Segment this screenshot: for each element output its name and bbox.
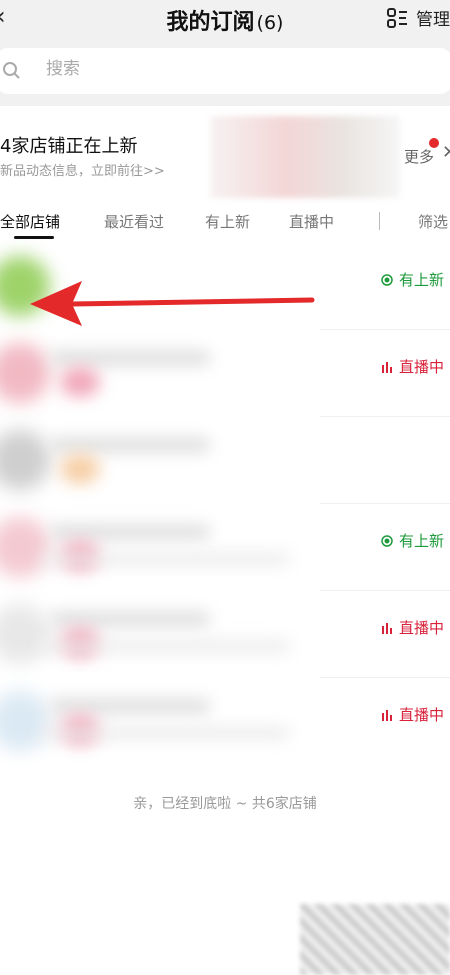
store-row[interactable]: 直播中	[0, 592, 450, 678]
manage-list-icon	[386, 7, 408, 29]
store-desc-blurred	[40, 640, 290, 652]
store-avatar	[0, 430, 50, 490]
new-dot-icon	[381, 534, 393, 547]
store-desc-blurred	[40, 553, 290, 565]
manage-label: 管理	[416, 10, 450, 30]
more-button[interactable]: 更多	[404, 146, 434, 167]
banner-title: 4家店铺正在上新	[0, 136, 138, 157]
tab-all-stores[interactable]: 全部店铺	[0, 211, 60, 232]
store-avatar	[0, 691, 50, 751]
top-bar: ‹ 我的订阅(6) 管理	[0, 0, 450, 42]
active-tab-indicator	[14, 236, 54, 239]
status-badge: 直播中	[381, 356, 444, 377]
tab-new-arrivals[interactable]: 有上新	[205, 211, 250, 232]
search-box[interactable]	[0, 48, 450, 94]
store-name-blurred	[50, 525, 210, 539]
divider	[320, 590, 450, 591]
divider	[320, 329, 450, 330]
status-label: 有上新	[398, 532, 444, 550]
status-label: 有上新	[398, 271, 444, 289]
notification-dot	[429, 138, 439, 148]
search-icon	[2, 61, 22, 85]
store-avatar	[0, 256, 50, 316]
new-dot-icon	[381, 273, 393, 286]
banner-image	[210, 116, 400, 198]
tab-filter[interactable]: 筛选	[418, 211, 448, 232]
store-avatar	[0, 517, 50, 577]
status-label: 直播中	[398, 706, 444, 724]
banner-subtitle[interactable]: 新品动态信息，立即前往>>	[0, 160, 165, 179]
store-name-blurred	[50, 438, 210, 452]
status-label: 直播中	[398, 358, 444, 376]
filter-tabs: 全部店铺 最近看过 有上新 直播中 筛选	[0, 198, 450, 244]
store-avatar	[0, 604, 50, 664]
divider	[320, 677, 450, 678]
store-row[interactable]: 有上新	[0, 505, 450, 591]
store-name-blurred	[50, 612, 210, 626]
store-thumb-blurred	[60, 454, 100, 484]
live-bars-icon	[381, 361, 392, 373]
store-row[interactable]: 直播中	[0, 679, 450, 765]
live-bars-icon	[381, 709, 392, 721]
store-row[interactable]	[0, 418, 450, 504]
search-area	[0, 42, 450, 106]
status-badge: 有上新	[381, 269, 444, 290]
store-avatar	[0, 343, 50, 403]
tab-recently-viewed[interactable]: 最近看过	[104, 211, 164, 232]
store-name-blurred	[50, 351, 210, 365]
store-row[interactable]: 直播中	[0, 331, 450, 417]
status-badge: 直播中	[381, 704, 444, 725]
tab-live[interactable]: 直播中	[289, 211, 334, 232]
watermark-image	[300, 904, 450, 975]
divider	[320, 503, 450, 504]
search-input[interactable]	[44, 58, 248, 80]
close-icon[interactable]: ✕	[442, 142, 450, 163]
page-title: 我的订阅 (6)	[0, 4, 450, 36]
manage-button[interactable]: 管理	[386, 5, 450, 30]
live-bars-icon	[381, 622, 392, 634]
new-arrivals-banner[interactable]: 4家店铺正在上新 新品动态信息，立即前往>> 更多 ✕	[0, 116, 450, 198]
status-label: 直播中	[398, 619, 444, 637]
store-thumb-blurred	[60, 367, 100, 397]
divider	[320, 416, 450, 417]
subscription-count: (6)	[256, 12, 284, 34]
status-badge: 有上新	[381, 530, 444, 551]
status-badge: 直播中	[381, 617, 444, 638]
store-row[interactable]: 有上新	[0, 244, 450, 330]
store-name-blurred	[50, 699, 210, 713]
tab-divider	[379, 212, 380, 230]
store-desc-blurred	[40, 727, 290, 739]
end-of-list-text: 亲，已经到底啦 ~ 共6家店铺	[133, 796, 317, 812]
page-title-text: 我的订阅	[166, 10, 255, 35]
